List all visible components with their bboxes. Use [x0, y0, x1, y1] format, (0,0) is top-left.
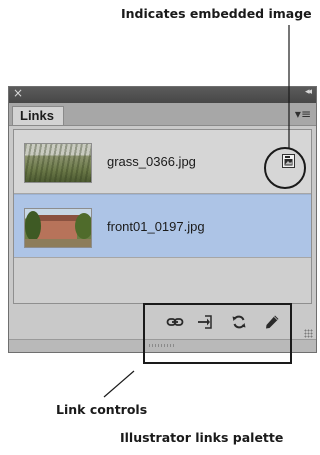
- embedded-image-icon: [282, 154, 295, 168]
- go-to-link-icon[interactable]: [197, 314, 215, 330]
- embedded-image-callout-label: Indicates embedded image: [121, 6, 312, 21]
- list-empty-space: [14, 258, 311, 303]
- link-controls-toolbar: [9, 307, 316, 337]
- links-list: grass_0366.jpg front01_0197.jpg: [13, 129, 312, 304]
- resize-grip-icon[interactable]: [304, 329, 313, 338]
- tab-links-label: Links: [20, 108, 54, 123]
- link-row[interactable]: grass_0366.jpg: [14, 130, 311, 194]
- panel-bottom-bar: [9, 339, 316, 352]
- controls-callout-line: [103, 370, 135, 398]
- link-controls-callout-label: Link controls: [56, 402, 148, 417]
- links-panel: × ◂◂ Links ▾≡ grass_0366.jpg front01_019…: [8, 86, 317, 353]
- panel-titlebar: × ◂◂: [9, 86, 316, 103]
- figure-caption: Illustrator links palette: [120, 430, 284, 445]
- panel-menu-icon[interactable]: ▾≡: [295, 107, 311, 121]
- drag-handle-icon[interactable]: [149, 344, 175, 347]
- grass-thumbnail: [24, 143, 92, 183]
- panel-tab-row: Links ▾≡: [9, 103, 316, 126]
- link-filename: grass_0366.jpg: [107, 154, 196, 169]
- collapse-icon[interactable]: ◂◂: [305, 87, 312, 97]
- link-filename: front01_0197.jpg: [107, 219, 205, 234]
- close-icon[interactable]: ×: [13, 86, 23, 100]
- link-row[interactable]: front01_0197.jpg: [14, 194, 311, 258]
- link-icon[interactable]: [166, 314, 184, 330]
- refresh-icon[interactable]: [230, 314, 248, 330]
- tab-links[interactable]: Links: [12, 106, 64, 125]
- house-thumbnail: [24, 208, 92, 248]
- pencil-icon[interactable]: [263, 314, 281, 330]
